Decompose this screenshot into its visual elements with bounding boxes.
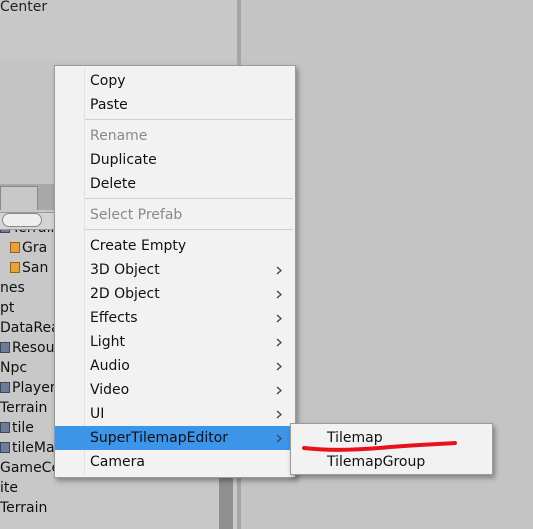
menu-item-label: Rename [90, 128, 148, 144]
hierarchy-row[interactable]: DataRea [0, 320, 60, 336]
tilemap-icon [10, 262, 20, 273]
hierarchy-row[interactable]: tile [0, 420, 34, 436]
menu-item-label: Camera [90, 454, 145, 470]
chevron-right-icon [275, 426, 285, 450]
menu-item-supertilemapeditor[interactable]: SuperTilemapEditor [55, 426, 295, 450]
hierarchy-tab[interactable] [0, 186, 38, 210]
menu-item-label: Create Empty [90, 238, 187, 254]
chevron-right-icon [275, 258, 285, 282]
menu-item-duplicate[interactable]: Duplicate [55, 148, 295, 172]
menu-separator [85, 198, 293, 199]
menu-item-3d-object[interactable]: 3D Object [55, 258, 295, 282]
menu-item-label: Paste [90, 97, 128, 113]
menu-item-label: 2D Object [90, 286, 160, 302]
search-input[interactable] [2, 213, 42, 227]
hierarchy-row-label: nes [0, 280, 25, 296]
menu-item-delete[interactable]: Delete [55, 172, 295, 196]
menu-separator [85, 119, 293, 120]
menu-item-audio[interactable]: Audio [55, 354, 295, 378]
menu-item-copy[interactable]: Copy [55, 69, 295, 93]
hierarchy-row[interactable]: Resou [0, 340, 54, 356]
menu-item-rename: Rename [55, 124, 295, 148]
chevron-right-icon [275, 282, 285, 306]
menu-item-label: Copy [90, 73, 126, 89]
hierarchy-row[interactable]: Terrain [0, 400, 47, 416]
menu-item-camera[interactable]: Camera [55, 450, 295, 474]
hierarchy-row-label: Terrain [0, 500, 48, 516]
gameobject-icon [0, 422, 10, 433]
hierarchy-row-label: Player [12, 380, 56, 396]
gameobject-icon [0, 342, 10, 353]
hierarchy-row-label: San [22, 260, 49, 276]
red-underline-annotation [302, 441, 457, 452]
menu-separator [85, 229, 293, 230]
tilemap-icon [10, 242, 20, 253]
menu-item-label: 3D Object [90, 262, 160, 278]
hierarchy-row[interactable]: pt [0, 300, 14, 316]
hierarchy-row[interactable]: Gra [10, 240, 47, 256]
menu-item-2d-object[interactable]: 2D Object [55, 282, 295, 306]
hierarchy-row-label: tile [12, 420, 34, 436]
menu-item-label: SuperTilemapEditor [90, 430, 229, 446]
menu-item-label: Duplicate [90, 152, 157, 168]
gameobject-icon [0, 382, 10, 393]
hierarchy-row-label: Gra [22, 240, 48, 256]
hierarchy-row[interactable]: Npc [0, 360, 27, 376]
panel-title-text: Center [0, 0, 48, 15]
menu-item-ui[interactable]: UI [55, 402, 295, 426]
hierarchy-row-label: Resou [12, 340, 55, 356]
menu-item-create-empty[interactable]: Create Empty [55, 234, 295, 258]
menu-item-label: Video [90, 382, 130, 398]
hierarchy-row[interactable]: Terrain [0, 500, 47, 516]
scrollbar-thumb[interactable] [219, 476, 233, 529]
hierarchy-row[interactable]: nes [0, 280, 25, 296]
menu-item-label: Select Prefab [90, 207, 183, 223]
menu-item-light[interactable]: Light [55, 330, 295, 354]
chevron-right-icon [275, 402, 285, 426]
hierarchy-row-label: DataRea [0, 320, 60, 336]
hierarchy-row-label: pt [0, 300, 15, 316]
hierarchy-row-label: Terrain [0, 400, 48, 416]
gameobject-icon [0, 442, 10, 453]
menu-item-label: Audio [90, 358, 130, 374]
menu-item-label: Light [90, 334, 125, 350]
menu-item-effects[interactable]: Effects [55, 306, 295, 330]
chevron-right-icon [275, 330, 285, 354]
chevron-right-icon [275, 378, 285, 402]
menu-item-select-prefab: Select Prefab [55, 203, 295, 227]
context-menu: Copy Paste Rename Duplicate Delete Select Pre… [54, 65, 296, 478]
menu-item-label: UI [90, 406, 105, 422]
menu-item-video[interactable]: Video [55, 378, 295, 402]
menu-item-label: Delete [90, 176, 136, 192]
menu-item-label: Effects [90, 310, 138, 326]
chevron-right-icon [275, 354, 285, 378]
menu-item-paste[interactable]: Paste [55, 93, 295, 117]
hierarchy-row-label: ite [0, 480, 18, 496]
hierarchy-row[interactable]: ite [0, 480, 18, 496]
hierarchy-row[interactable]: San [10, 260, 48, 276]
chevron-right-icon [275, 306, 285, 330]
hierarchy-row[interactable]: Player [0, 380, 56, 396]
hierarchy-row-label: Npc [0, 360, 28, 376]
